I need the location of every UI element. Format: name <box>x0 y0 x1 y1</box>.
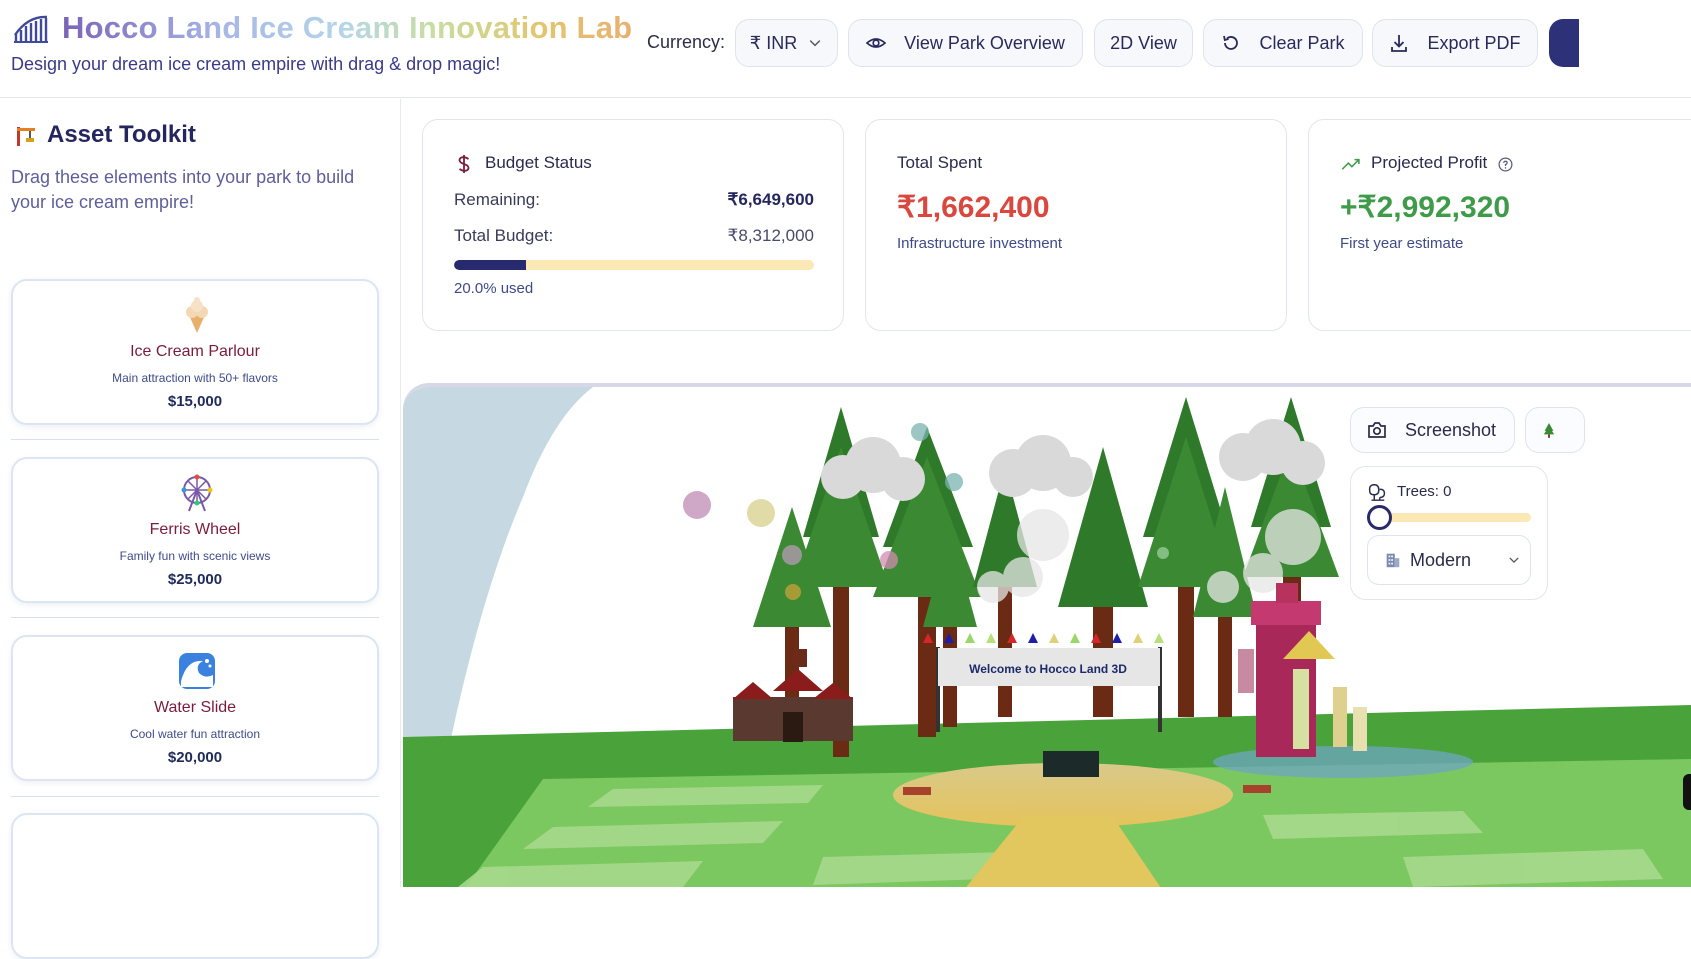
remaining-label: Remaining: <box>454 190 540 209</box>
asset-toolkit-description: Drag these elements into your park to bu… <box>11 167 355 212</box>
asset-name: Ice Cream Parlour <box>130 343 260 360</box>
rotate-ccw-icon <box>1223 35 1239 50</box>
currency-label: Currency: <box>647 32 726 52</box>
asset-toolkit-title: Asset Toolkit <box>47 121 196 148</box>
remaining-row: Remaining: ₹6,649,600 <box>454 190 814 210</box>
asset-card-partial[interactable] <box>11 813 379 959</box>
construction-icon <box>17 127 35 146</box>
trees-count-label: Trees: 0 <box>1397 483 1452 500</box>
park-3d-canvas[interactable]: Welcome to Hocco Land 3D Screenshot <box>403 383 1691 887</box>
asset-name: Water Slide <box>153 699 237 716</box>
camera-icon <box>1368 422 1386 438</box>
asset-price: $25,000 <box>167 571 223 588</box>
style-select-value: Modern <box>1410 549 1472 570</box>
trees-slider-thumb[interactable] <box>1367 505 1392 530</box>
ferris-wheel-icon <box>181 474 213 512</box>
download-icon <box>1391 35 1408 52</box>
trees-icon <box>1368 483 1386 501</box>
asset-card-ice-cream-parlour[interactable]: Ice Cream Parlour Main attraction with 5… <box>11 279 379 425</box>
total-spent-caption: Infrastructure investment <box>897 235 1063 252</box>
asset-price: $15,000 <box>167 393 223 410</box>
scene-side-handle[interactable] <box>1683 774 1691 810</box>
welcome-banner: Welcome to Hocco Land 3D <box>923 633 1164 732</box>
asset-description: Main attraction with 50+ flavors <box>112 371 278 385</box>
chevron-down-icon <box>1509 557 1519 563</box>
currency-select[interactable]: ₹ INR <box>735 19 838 67</box>
total-budget-value: ₹8,312,000 <box>727 226 814 245</box>
add-tree-button[interactable] <box>1525 407 1585 453</box>
budget-status-title: Budget Status <box>485 153 592 172</box>
chevron-down-icon <box>809 40 821 47</box>
asset-card-water-slide[interactable]: Water Slide Cool water fun attraction $2… <box>11 635 379 781</box>
divider <box>11 439 379 440</box>
kiosk <box>1043 751 1099 777</box>
tree-icon <box>1543 423 1555 438</box>
building-icon <box>1386 553 1400 568</box>
export-pdf-label: Export PDF <box>1427 32 1521 53</box>
app-title: Hocco Land Ice Cream Innovation Lab <box>62 10 633 45</box>
2d-view-button[interactable]: 2D View <box>1094 19 1193 67</box>
total-budget-row: Total Budget: ₹8,312,000 <box>454 226 814 246</box>
asset-description: Cool water fun attraction <box>129 727 261 741</box>
total-budget-label: Total Budget: <box>454 226 554 245</box>
projected-profit-title: Projected Profit <box>1371 153 1488 172</box>
style-select[interactable]: Modern <box>1367 535 1531 585</box>
header-overflow-button[interactable] <box>1549 19 1579 67</box>
asset-card-ferris-wheel[interactable]: Ferris Wheel Family fun with scenic view… <box>11 457 379 603</box>
asset-name: Ferris Wheel <box>149 521 241 538</box>
projected-profit-caption: First year estimate <box>1340 235 1464 252</box>
help-circle-icon[interactable] <box>1498 157 1513 172</box>
projected-profit-card: Projected Profit +₹2,992,320 First year … <box>1308 119 1691 331</box>
bench <box>1243 785 1271 793</box>
total-spent-value: ₹1,662,400 <box>897 191 1050 224</box>
divider <box>11 617 379 618</box>
app-subtitle: Design your dream ice cream empire with … <box>11 54 501 74</box>
cloud-group <box>821 419 1325 501</box>
banner-text: Welcome to Hocco Land 3D <box>969 662 1127 676</box>
remaining-value: ₹6,649,600 <box>727 190 814 209</box>
bench <box>903 787 931 795</box>
tree-control-panel: Trees: 0 Modern <box>1350 466 1548 600</box>
budget-status-card: Budget Status Remaining: ₹6,649,600 Tota… <box>422 119 844 331</box>
divider <box>11 796 379 797</box>
currency-value: ₹ INR <box>749 32 798 53</box>
roller-coaster-logo-icon <box>14 15 48 43</box>
export-pdf-button[interactable]: Export PDF <box>1372 19 1538 67</box>
trending-up-icon <box>1341 158 1360 170</box>
view-park-overview-label: View Park Overview <box>904 32 1065 53</box>
clear-park-button[interactable]: Clear Park <box>1203 19 1363 67</box>
budget-progress-fill <box>454 260 526 270</box>
top-header: Hocco Land Ice Cream Innovation Lab Desi… <box>0 0 1691 98</box>
view-park-overview-button[interactable]: View Park Overview <box>848 19 1083 67</box>
clear-park-label: Clear Park <box>1259 32 1345 53</box>
wave-icon <box>179 653 215 689</box>
ice-cream-icon <box>186 297 208 333</box>
screenshot-button[interactable]: Screenshot <box>1350 407 1515 453</box>
budget-used-text: 20.0% used <box>454 280 534 297</box>
park-3d-scene: Welcome to Hocco Land 3D <box>403 387 1691 887</box>
total-spent-card: Total Spent ₹1,662,400 Infrastructure in… <box>865 119 1287 331</box>
eye-icon <box>866 38 887 48</box>
2d-view-label: 2D View <box>1110 32 1177 53</box>
trees-slider-track[interactable] <box>1378 513 1531 522</box>
projected-profit-value: +₹2,992,320 <box>1340 191 1511 224</box>
asset-price: $20,000 <box>167 749 223 766</box>
screenshot-label: Screenshot <box>1405 419 1497 440</box>
budget-progress-bar <box>454 260 814 270</box>
asset-description: Family fun with scenic views <box>119 549 271 563</box>
bunting-flags <box>923 633 1164 643</box>
dollar-icon <box>458 155 470 173</box>
total-spent-title: Total Spent <box>897 153 983 172</box>
asset-toolkit-sidebar: Asset Toolkit Drag these elements into y… <box>0 99 401 959</box>
